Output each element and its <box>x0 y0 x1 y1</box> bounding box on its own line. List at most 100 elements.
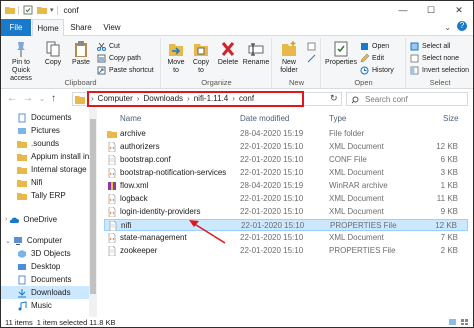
tab-file[interactable]: File <box>1 19 31 36</box>
nav-item-label: Appium install in <box>31 152 89 161</box>
nav-scrollbar[interactable] <box>89 109 97 317</box>
file-date: 28-04-2020 15:19 <box>240 129 304 138</box>
file-row[interactable]: login-identity-providers 22-01-2020 15:10… <box>104 206 468 218</box>
tab-home[interactable]: Home <box>32 19 64 37</box>
large-icons-view-icon[interactable] <box>460 318 469 326</box>
new-folder-label: New folder <box>280 59 298 74</box>
tab-share[interactable]: Share <box>66 19 96 36</box>
chevron-down-icon[interactable]: ⌄ <box>444 23 451 32</box>
breadcrumb-nifi[interactable]: nifi-1.11.4 <box>194 94 229 103</box>
edit-button[interactable]: Edit <box>360 54 384 63</box>
new-folder-button[interactable]: New folder <box>275 40 303 75</box>
properties-button[interactable]: Properties <box>324 40 358 67</box>
folder-icon <box>5 7 15 14</box>
select-none-button[interactable]: Select none <box>410 54 459 63</box>
xml-file-icon <box>107 167 117 180</box>
nav-item-desktop[interactable]: Desktop <box>1 260 89 273</box>
properties-quick-icon[interactable] <box>23 5 33 15</box>
back-arrow-icon[interactable]: ← <box>7 93 17 104</box>
nav-item-downloads[interactable]: Downloads <box>1 286 89 299</box>
divider <box>18 5 19 15</box>
file-type: WinRAR archive <box>329 181 388 190</box>
history-button[interactable]: History <box>360 66 394 75</box>
nav-item-computer[interactable]: ⌄ Computer <box>1 234 89 247</box>
nav-item-internal-storage[interactable]: Internal storage <box>1 163 89 176</box>
quick-access-dropdown-icon[interactable]: ▾ <box>50 6 54 14</box>
recent-locations-chevron-icon[interactable]: ⌄ <box>39 95 45 103</box>
paste-button[interactable]: Paste <box>68 40 94 67</box>
pin-to-quick-access-button[interactable]: Pin to Quick access <box>5 40 37 83</box>
status-bar: 11 items 1 item selected 11.8 KB <box>1 317 473 327</box>
column-header-type[interactable]: Type <box>329 114 346 123</box>
file-row[interactable]: archive 28-04-2020 15:19 File folder <box>104 128 468 140</box>
navigation-pane: Documents Pictures .sounds Appium instal… <box>1 109 89 317</box>
column-header-size[interactable]: Size <box>443 114 459 123</box>
file-date: 22-01-2020 15:10 <box>240 142 304 151</box>
chevron-right-icon[interactable]: › <box>5 216 7 223</box>
file-row[interactable]: bootstrap.conf 22-01-2020 15:10 CONF File 6… <box>104 154 468 166</box>
file-size: 12 KB <box>436 142 458 151</box>
file-row[interactable]: zookeeper 22-01-2020 15:10 PROPERTIES File… <box>104 245 468 257</box>
nav-item-3d-objects[interactable]: 3D Objects <box>1 247 89 260</box>
refresh-icon[interactable]: ↻ <box>330 93 338 104</box>
move-to-button[interactable]: Move to <box>164 40 188 75</box>
file-date: 22-01-2020 15:10 <box>241 221 305 230</box>
nav-item-documents[interactable]: Documents <box>1 111 89 124</box>
xml-file-icon <box>107 141 117 154</box>
chevron-down-icon[interactable]: ⌄ <box>5 237 11 245</box>
new-folder-quick-icon[interactable] <box>37 5 47 15</box>
search-input[interactable]: Search conf <box>346 92 468 106</box>
delete-button[interactable]: Delete <box>216 40 240 67</box>
file-row[interactable]: authorizers 22-01-2020 15:10 XML Document 1… <box>104 141 468 153</box>
file-row[interactable]: nifi 22-01-2020 15:10 PROPERTIES File 12 KB <box>104 219 468 232</box>
selection-info: 1 item selected 11.8 KB <box>36 318 116 327</box>
nav-item-appium[interactable]: Appium install in <box>1 150 89 163</box>
nav-item-tally-erp[interactable]: Tally ERP <box>1 189 89 202</box>
up-arrow-icon[interactable]: ↑ <box>51 93 56 104</box>
nav-item-onedrive[interactable]: › OneDrive <box>1 213 89 226</box>
minimize-button[interactable]: — <box>389 1 417 19</box>
breadcrumb-conf[interactable]: conf <box>239 94 254 103</box>
folder-icon <box>17 166 27 174</box>
forward-arrow-icon[interactable]: → <box>23 93 33 104</box>
breadcrumb-downloads[interactable]: Downloads <box>143 94 183 103</box>
maximize-button[interactable]: ☐ <box>417 1 445 19</box>
nav-scrollbar-thumb[interactable] <box>90 119 96 294</box>
help-icon[interactable]: ? <box>457 21 467 31</box>
file-row[interactable]: logback 22-01-2020 15:10 XML Document 11 KB <box>104 193 468 205</box>
file-date: 22-01-2020 15:10 <box>240 168 304 177</box>
open-button[interactable]: Open <box>360 42 389 51</box>
column-header-date[interactable]: Date modified <box>240 114 289 123</box>
copy-path-button[interactable]: Copy path <box>97 54 141 63</box>
file-size: 2 KB <box>440 246 458 255</box>
nav-item-pictures[interactable]: Pictures <box>1 124 89 137</box>
file-row[interactable]: bootstrap-notification-services 22-01-202… <box>104 167 468 179</box>
copy-button[interactable]: Copy <box>40 40 66 67</box>
paste-shortcut-button[interactable]: Paste shortcut <box>97 66 154 75</box>
nav-item-music[interactable]: Music <box>1 299 89 312</box>
select-all-button[interactable]: Select all <box>410 42 450 51</box>
rename-button[interactable]: Rename <box>242 40 270 67</box>
file-name: zookeeper <box>120 246 158 255</box>
details-view-icon[interactable] <box>448 318 457 326</box>
ribbon: Pin to Quick access Copy Paste Cut Copy … <box>1 36 473 89</box>
tab-view[interactable]: View <box>98 19 126 36</box>
new-item-icon[interactable] <box>307 42 316 53</box>
cut-button[interactable]: Cut <box>97 42 120 51</box>
breadcrumb-computer[interactable]: Computer <box>98 94 133 103</box>
open-icon <box>361 43 368 50</box>
file-row[interactable]: state-management 22-01-2020 15:10 XML Docu… <box>104 232 468 244</box>
column-header-row: Name Date modified Type Size <box>99 112 473 126</box>
nav-item-documents-2[interactable]: Documents <box>1 273 89 286</box>
file-type: CONF File <box>329 155 367 164</box>
copy-to-button[interactable]: Copy to <box>189 40 213 75</box>
easy-access-icon[interactable] <box>307 54 316 65</box>
column-header-name[interactable]: Name <box>120 114 141 123</box>
nav-item-nifi[interactable]: Nifi <box>1 176 89 189</box>
copy-path-icon <box>97 54 106 63</box>
nav-item-sounds[interactable]: .sounds <box>1 137 89 150</box>
file-row[interactable]: flow.xml 28-04-2020 15:19 WinRAR archive 1 … <box>104 180 468 192</box>
close-button[interactable]: ✕ <box>445 1 473 19</box>
title-bar: ▾ conf — ☐ ✕ <box>1 1 473 19</box>
invert-selection-button[interactable]: Invert selection <box>410 66 469 75</box>
